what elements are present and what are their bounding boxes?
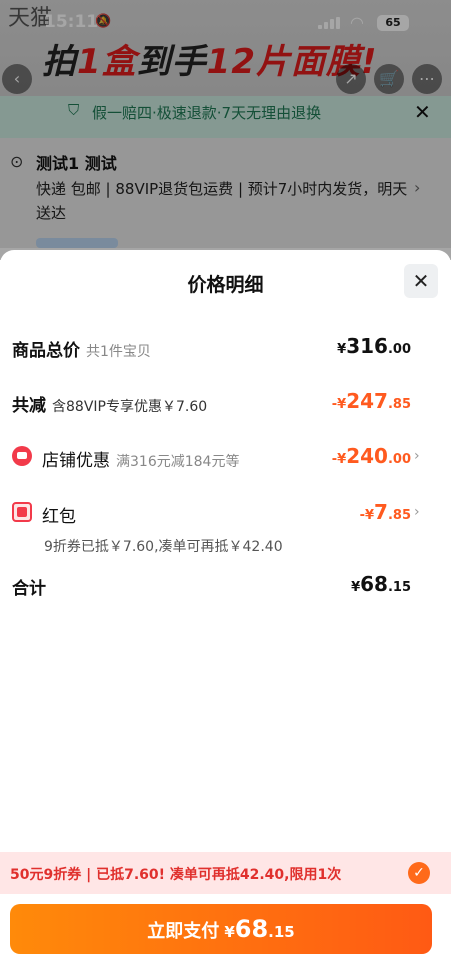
- red-packet-row[interactable]: 红包 -¥7.85 ›: [0, 494, 451, 534]
- coupon-bar[interactable]: 50元9折券 | 已抵7.60! 凑单可再抵42.40,限用1次 ✓: [0, 852, 451, 894]
- shop-icon: [12, 446, 32, 466]
- price-detail-sheet: 价格明细 ✕ 商品总价 共1件宝贝 ¥316.00 共减 含88VIP专享优惠￥7.…: [0, 250, 451, 956]
- total-discount-amount: -¥247.85: [331, 389, 411, 413]
- chevron-right-icon: ›: [414, 448, 420, 464]
- total-goods-row: 商品总价 共1件宝贝 ¥316.00: [0, 328, 451, 368]
- red-packet-icon: [12, 502, 32, 522]
- check-icon[interactable]: ✓: [408, 862, 430, 884]
- shop-discount-note: 满316元减184元等: [116, 454, 240, 470]
- shop-discount-label: 店铺优惠 满316元减184元等: [42, 451, 240, 471]
- sum-row: 合计 ¥68.15: [0, 566, 451, 606]
- total-discount-label: 共减 含88VIP专享优惠￥7.60: [12, 396, 208, 416]
- red-packet-note: 9折券已抵￥7.60,凑单可再抵￥42.40: [44, 539, 283, 555]
- vip-discount-note: 含88VIP专享优惠￥7.60: [52, 399, 208, 415]
- total-discount-row: 共减 含88VIP专享优惠￥7.60 -¥247.85: [0, 383, 451, 423]
- pay-button-label: 立即支付: [147, 921, 220, 942]
- sum-amount: ¥68.15: [351, 572, 411, 596]
- total-goods-amount: ¥316.00: [337, 334, 411, 358]
- sheet-title: 价格明细: [187, 274, 264, 296]
- close-icon[interactable]: ✕: [404, 264, 438, 298]
- background-page: 天猫 拍1盒到手12片面膜! 15:11 🔕 ◠ 65 ‹ ↗ 🛒 ⋯ ⛉ 假一…: [0, 0, 451, 260]
- sum-label: 合计: [12, 579, 46, 599]
- pay-button-amount: 68: [234, 915, 269, 943]
- item-count: 共1件宝贝: [86, 344, 151, 360]
- shop-discount-row[interactable]: 店铺优惠 满316元减184元等 -¥240.00 ›: [0, 438, 451, 478]
- red-packet-amount: -¥7.85: [359, 500, 411, 524]
- red-packet-label: 红包: [42, 507, 76, 527]
- modal-backdrop[interactable]: [0, 0, 451, 260]
- chevron-right-icon: ›: [414, 504, 420, 520]
- coupon-text: 50元9折券 | 已抵7.60! 凑单可再抵42.40,限用1次: [10, 867, 342, 883]
- pay-now-button[interactable]: 立即支付 ¥68.15: [10, 904, 432, 954]
- total-goods-label: 商品总价 共1件宝贝: [12, 341, 151, 361]
- shop-discount-amount: -¥240.00: [331, 444, 411, 468]
